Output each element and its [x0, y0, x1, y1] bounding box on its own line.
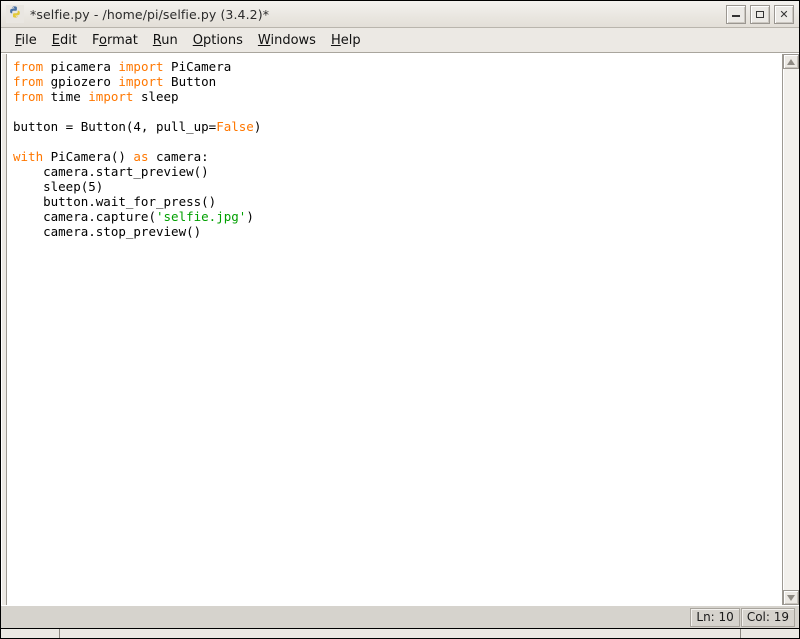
status-bar: Ln: 10 Col: 19	[1, 605, 799, 628]
menu-item-file[interactable]: File	[8, 31, 45, 50]
code-token-kw: as	[133, 149, 149, 164]
menu-accelerator-letter: W	[257, 32, 271, 48]
menu-item-run[interactable]: Run	[146, 31, 186, 50]
scroll-up-arrow-icon	[787, 58, 795, 65]
menu-item-windows[interactable]: Windows	[251, 31, 324, 50]
code-token-plain: sleep	[133, 89, 179, 104]
close-icon: ✕	[779, 7, 789, 21]
minimize-button[interactable]	[726, 4, 746, 24]
menu-accelerator-letter: O	[192, 32, 203, 48]
code-token-plain: sleep(5)	[13, 179, 104, 194]
code-token-kw: from	[13, 59, 44, 74]
code-token-plain: PiCamera	[163, 59, 232, 74]
menu-bar: File Edit Format Run Options Windows Help	[1, 28, 799, 53]
python-logo-icon	[6, 5, 24, 23]
code-line: camera.start_preview()	[13, 164, 782, 179]
code-token-plain: camera.stop_preview()	[13, 224, 202, 239]
code-token-plain: )	[246, 209, 254, 224]
code-token-plain: button.wait_for_press()	[13, 194, 217, 209]
window-title: *selfie.py - /home/pi/selfie.py (3.4.2)*	[30, 6, 270, 22]
maximize-button[interactable]	[750, 4, 770, 24]
menu-accelerator-letter: F	[15, 32, 22, 48]
code-token-plain: time	[43, 89, 89, 104]
code-line: with PiCamera() as camera:	[13, 149, 782, 164]
menu-accelerator-letter: E	[51, 32, 60, 48]
code-token-kw: import	[118, 74, 164, 89]
menu-item-format[interactable]: Format	[85, 31, 146, 50]
scrollbar-trough[interactable]	[783, 69, 799, 590]
code-line: from gpiozero import Button	[13, 74, 782, 89]
title-bar: *selfie.py - /home/pi/selfie.py (3.4.2)*…	[1, 1, 799, 28]
resize-grip-left[interactable]	[1, 629, 60, 638]
code-token-plain: camera.capture(	[13, 209, 156, 224]
minimize-icon	[732, 15, 740, 17]
code-token-plain: camera:	[148, 149, 209, 164]
vertical-scrollbar[interactable]	[782, 54, 799, 605]
code-token-kw: False	[216, 119, 254, 134]
close-button[interactable]: ✕	[774, 4, 794, 24]
window-resize-grip[interactable]	[1, 628, 799, 638]
code-token-plain: picamera	[43, 59, 119, 74]
menu-item-options[interactable]: Options	[186, 31, 251, 50]
scroll-up-button[interactable]	[783, 54, 799, 69]
code-token-plain: gpiozero	[43, 74, 119, 89]
idle-editor-window: *selfie.py - /home/pi/selfie.py (3.4.2)*…	[0, 0, 800, 639]
code-token-kw: import	[118, 59, 164, 74]
menu-accelerator-letter: R	[152, 32, 162, 48]
menu-accelerator-letter: H	[330, 32, 341, 48]
status-line-number: Ln: 10	[690, 607, 740, 627]
code-token-plain: PiCamera()	[43, 149, 134, 164]
code-token-plain: )	[253, 119, 262, 134]
code-line: button = Button(4, pull_up=False)	[13, 119, 782, 134]
code-token-str: 'selfie.jpg'	[156, 209, 247, 224]
code-line: camera.stop_preview()	[13, 224, 782, 239]
status-column-number: Col: 19	[740, 607, 795, 627]
scroll-down-button[interactable]	[783, 590, 799, 605]
code-token-kw: with	[13, 149, 44, 164]
menu-accelerator-letter: o	[98, 32, 107, 48]
menu-item-help[interactable]: Help	[324, 31, 369, 50]
code-line: camera.capture('selfie.jpg')	[13, 209, 782, 224]
code-token-plain: camera.start_preview()	[13, 164, 209, 179]
editor-region: from picamera import PiCamera from gpioze…	[1, 53, 799, 605]
code-line: from picamera import PiCamera	[13, 59, 782, 74]
resize-grip-right[interactable]	[740, 629, 799, 638]
code-line: sleep(5)	[13, 179, 782, 194]
code-text-area[interactable]: from picamera import PiCamera from gpioze…	[7, 54, 782, 605]
code-token-plain: button = Button(4, pull_up=	[13, 119, 217, 134]
window-controls: ✕	[726, 4, 796, 24]
code-token-kw: from	[13, 89, 44, 104]
code-token-kw: import	[88, 89, 134, 104]
maximize-icon	[756, 10, 764, 18]
code-token-kw: from	[13, 74, 44, 89]
code-line: from time import sleep	[13, 89, 782, 104]
menu-item-edit[interactable]: Edit	[45, 31, 85, 50]
resize-grip-center[interactable]	[60, 629, 740, 638]
scroll-down-arrow-icon	[787, 594, 795, 601]
code-token-plain: Button	[163, 74, 217, 89]
code-line: button.wait_for_press()	[13, 194, 782, 209]
